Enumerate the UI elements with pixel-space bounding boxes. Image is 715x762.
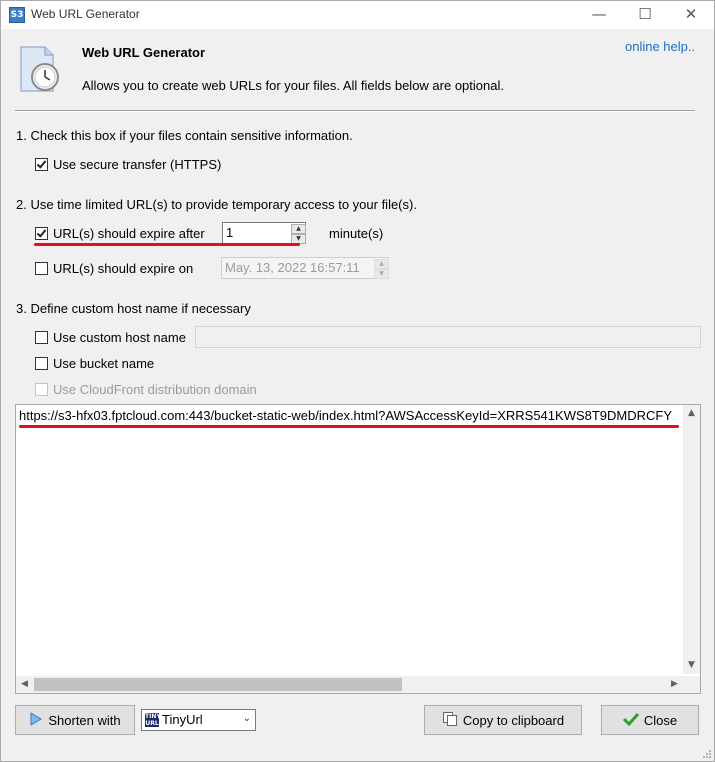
horizontal-scrollbar[interactable]: ◀ ▶ [16, 676, 700, 693]
bucket-name-checkbox-box[interactable] [35, 357, 48, 370]
close-window-button[interactable]: ✕ [668, 1, 714, 29]
header: Web URL Generator Allows you to create w… [1, 29, 714, 113]
red-annotation-underline [34, 243, 300, 246]
title-bar[interactable]: S3 Web URL Generator — ☐ ✕ [1, 1, 714, 29]
window-title: Web URL Generator [31, 7, 140, 21]
date-up-button[interactable]: ▲ [374, 259, 389, 269]
maximize-button[interactable]: ☐ [622, 1, 668, 29]
tinyurl-icon: TINY URL [145, 713, 161, 727]
red-annotation-url-underline [19, 425, 679, 428]
header-separator [15, 110, 695, 112]
close-button-label: Close [643, 712, 678, 728]
url-shortener-selected: TinyUrl [162, 712, 203, 727]
chevron-down-icon: ⌄ [242, 713, 251, 724]
generated-url[interactable]: https://s3-hfx03.fptcloud.com:443/bucket… [19, 408, 672, 423]
custom-host-checkbox-box[interactable] [35, 331, 48, 344]
close-icon: ✕ [684, 5, 698, 23]
web-url-generator-window: S3 Web URL Generator — ☐ ✕ Web URL Gener… [0, 0, 715, 762]
expire-on-checkbox[interactable]: URL(s) should expire on [35, 261, 193, 276]
minimize-icon: — [591, 5, 607, 23]
copy-icon [442, 711, 458, 730]
spin-up-button[interactable]: ▲ [291, 224, 306, 234]
cloudfront-checkbox-box[interactable] [35, 383, 48, 396]
cloudfront-label: Use CloudFront distribution domain [53, 382, 257, 397]
generated-url-textarea[interactable]: https://s3-hfx03.fptcloud.com:443/bucket… [15, 404, 701, 694]
scroll-down-icon[interactable]: ▼ [683, 657, 700, 674]
url-shortener-select[interactable]: TINY URL TinyUrl ⌄ [141, 709, 256, 731]
section1-heading: 1. Check this box if your files contain … [16, 128, 353, 143]
expire-after-checkbox[interactable]: URL(s) should expire after [35, 226, 205, 241]
scroll-right-icon[interactable]: ▶ [666, 676, 683, 693]
play-arrow-icon [29, 711, 43, 729]
scroll-left-icon[interactable]: ◀ [16, 676, 33, 693]
expire-date-value: May. 13, 2022 16:57:11 [225, 260, 360, 275]
minimize-button[interactable]: — [576, 1, 622, 29]
expire-on-label: URL(s) should expire on [53, 261, 194, 276]
scrollbar-corner [683, 676, 700, 693]
section3-heading: 3. Define custom host name if necessary [16, 301, 251, 316]
date-down-button[interactable]: ▼ [374, 269, 389, 279]
scroll-up-icon[interactable]: ▲ [683, 405, 700, 422]
minutes-unit-label: minute(s) [329, 226, 384, 241]
copy-to-clipboard-label: Copy to clipboard [462, 712, 565, 728]
expire-minutes-stepper[interactable]: 1 ▲ ▼ [222, 222, 306, 244]
custom-host-label: Use custom host name [53, 330, 186, 345]
bucket-name-checkbox[interactable]: Use bucket name [35, 356, 154, 371]
shorten-with-label: Shorten with [48, 712, 121, 728]
cloudfront-checkbox[interactable]: Use CloudFront distribution domain [35, 382, 257, 397]
expire-after-label: URL(s) should expire after [53, 226, 205, 241]
horizontal-scroll-thumb[interactable] [34, 678, 402, 691]
header-description: Allows you to create web URLs for your f… [82, 78, 504, 93]
copy-to-clipboard-button[interactable]: Copy to clipboard [424, 705, 582, 735]
https-checkbox[interactable]: Use secure transfer (HTTPS) [35, 157, 221, 172]
https-checkbox-box[interactable] [35, 158, 48, 171]
section2-heading: 2. Use time limited URL(s) to provide te… [16, 197, 417, 212]
online-help-link[interactable]: online help.. [625, 39, 695, 54]
green-check-icon [622, 712, 639, 729]
https-checkbox-label: Use secure transfer (HTTPS) [53, 157, 222, 172]
header-title: Web URL Generator [82, 45, 206, 60]
shorten-with-button[interactable]: Shorten with [15, 705, 135, 735]
close-button[interactable]: Close [601, 705, 699, 735]
expire-on-checkbox-box[interactable] [35, 262, 48, 275]
expire-minutes-value: 1 [226, 225, 234, 240]
expire-date-picker[interactable]: May. 13, 2022 16:57:11 ▲ ▼ [221, 257, 389, 279]
maximize-icon: ☐ [638, 5, 652, 23]
custom-host-checkbox[interactable]: Use custom host name [35, 330, 186, 345]
custom-host-input[interactable] [195, 326, 701, 348]
web-url-clock-icon [20, 46, 59, 92]
expire-after-checkbox-box[interactable] [35, 227, 48, 240]
vertical-scrollbar[interactable]: ▲ ▼ [683, 405, 700, 674]
s3-app-icon: S3 [9, 7, 25, 23]
bucket-name-label: Use bucket name [53, 356, 155, 371]
resize-grip-icon[interactable] [702, 749, 712, 759]
